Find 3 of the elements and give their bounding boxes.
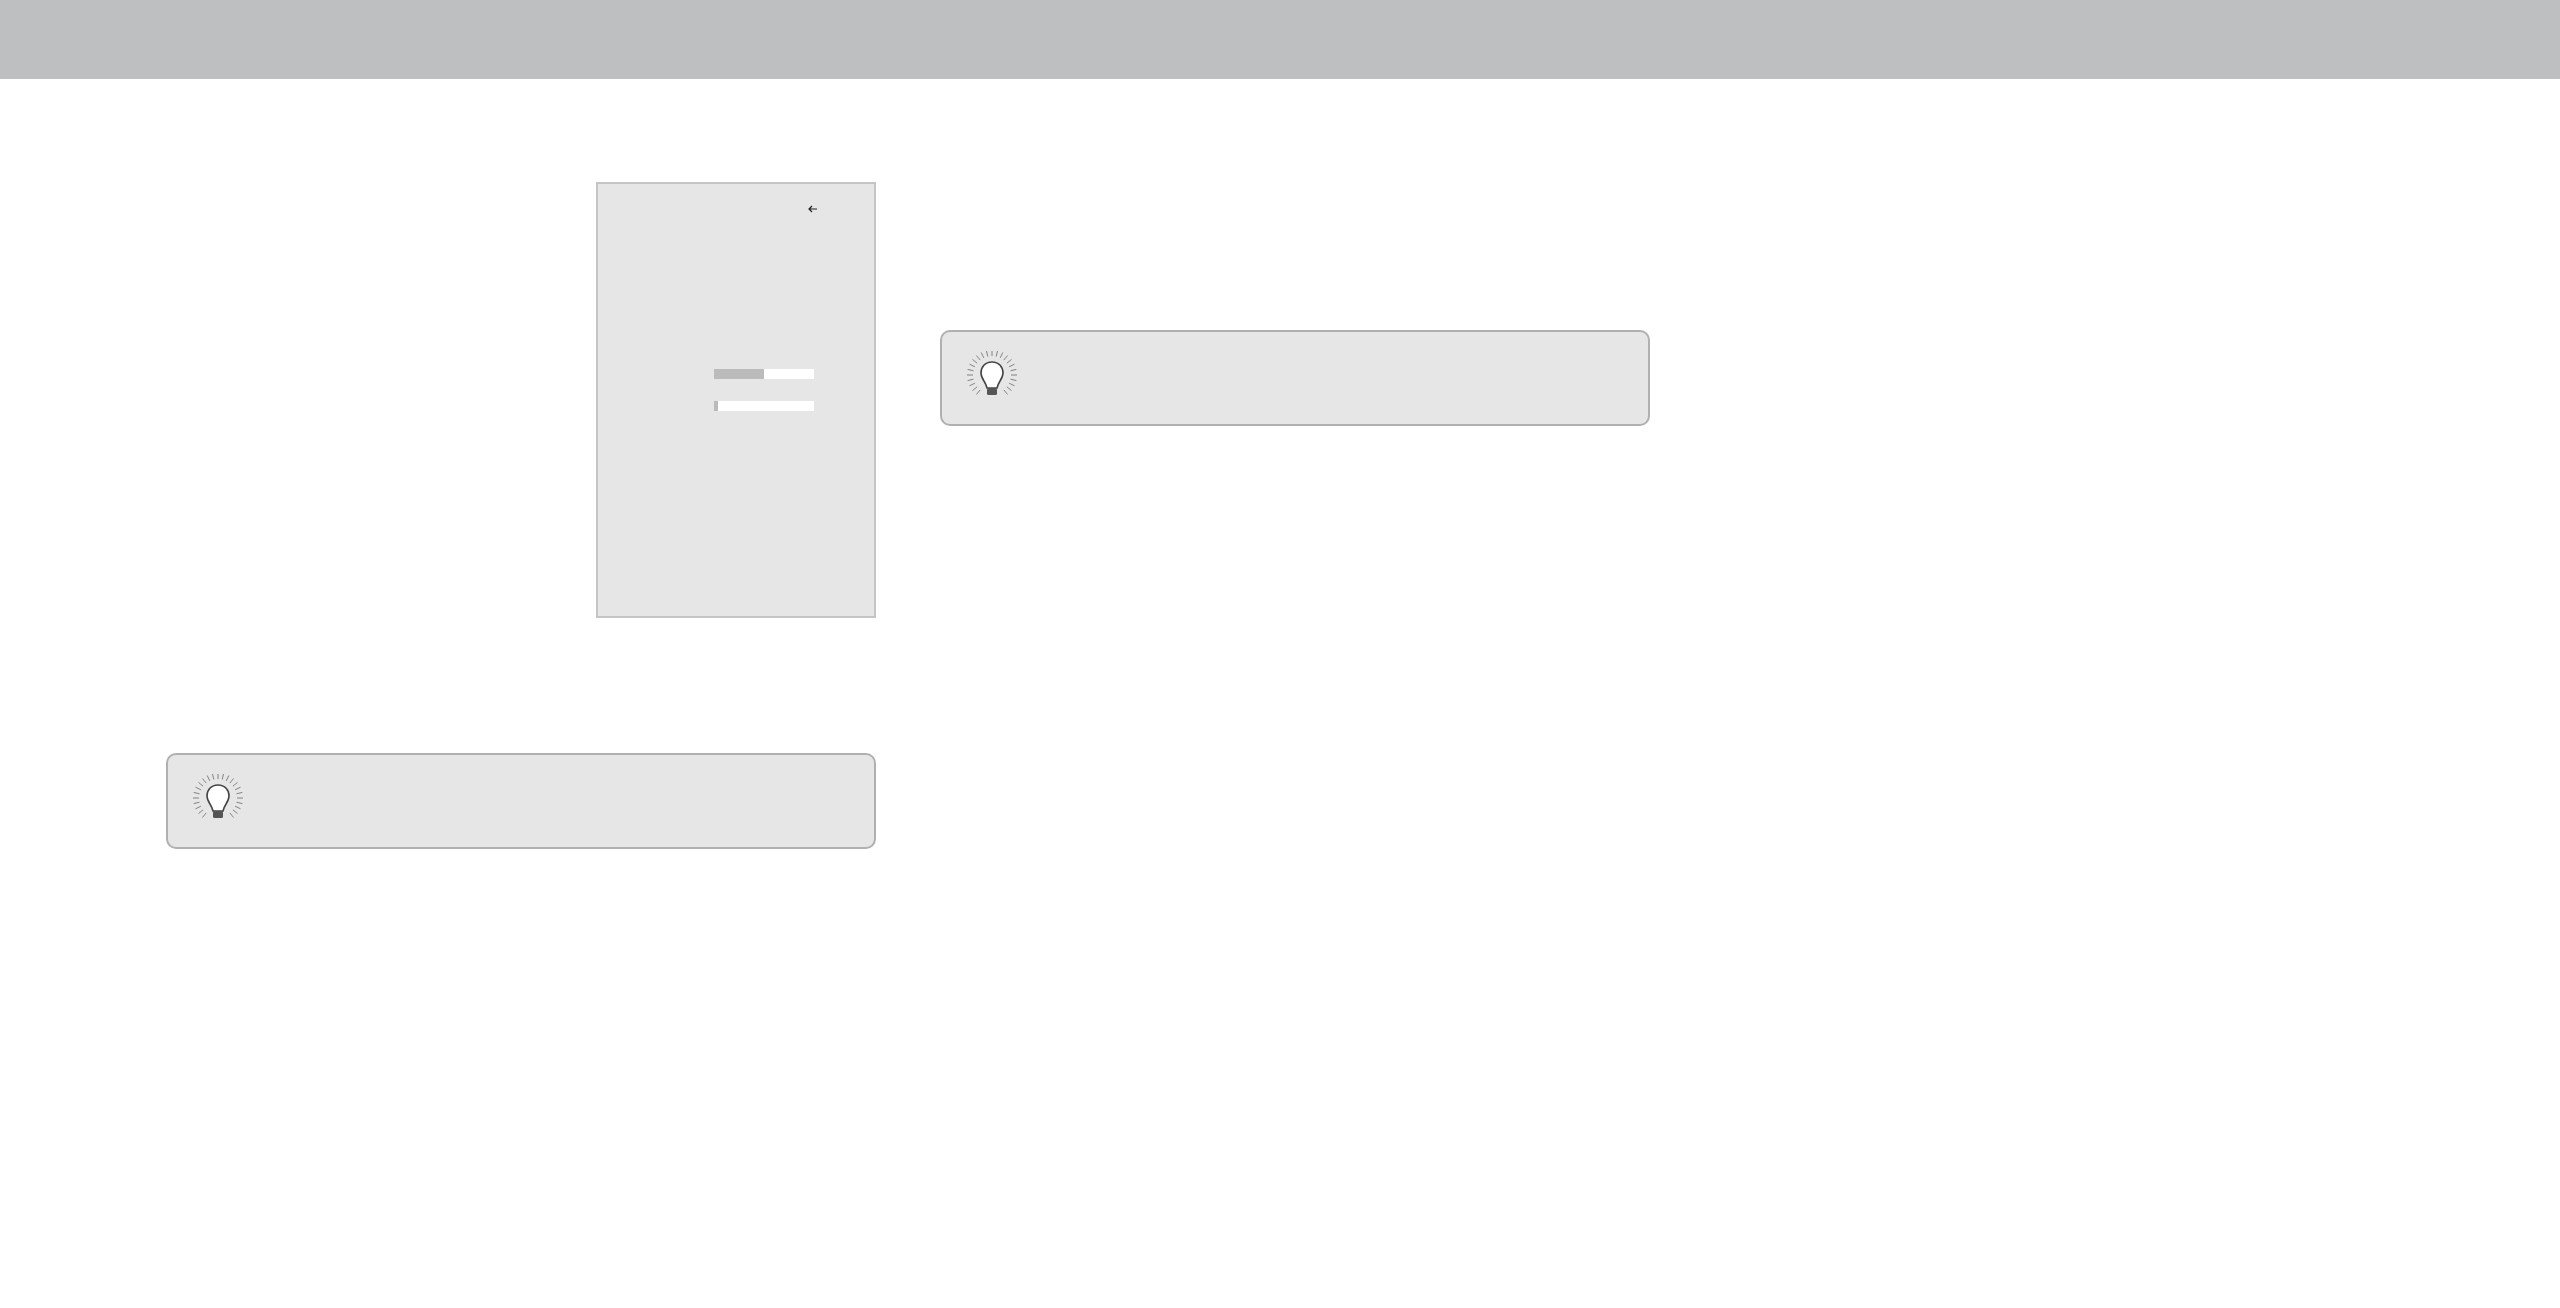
slider-track[interactable] [714,401,814,411]
back-arrow-icon[interactable] [808,204,818,214]
slider-track[interactable] [714,369,814,379]
